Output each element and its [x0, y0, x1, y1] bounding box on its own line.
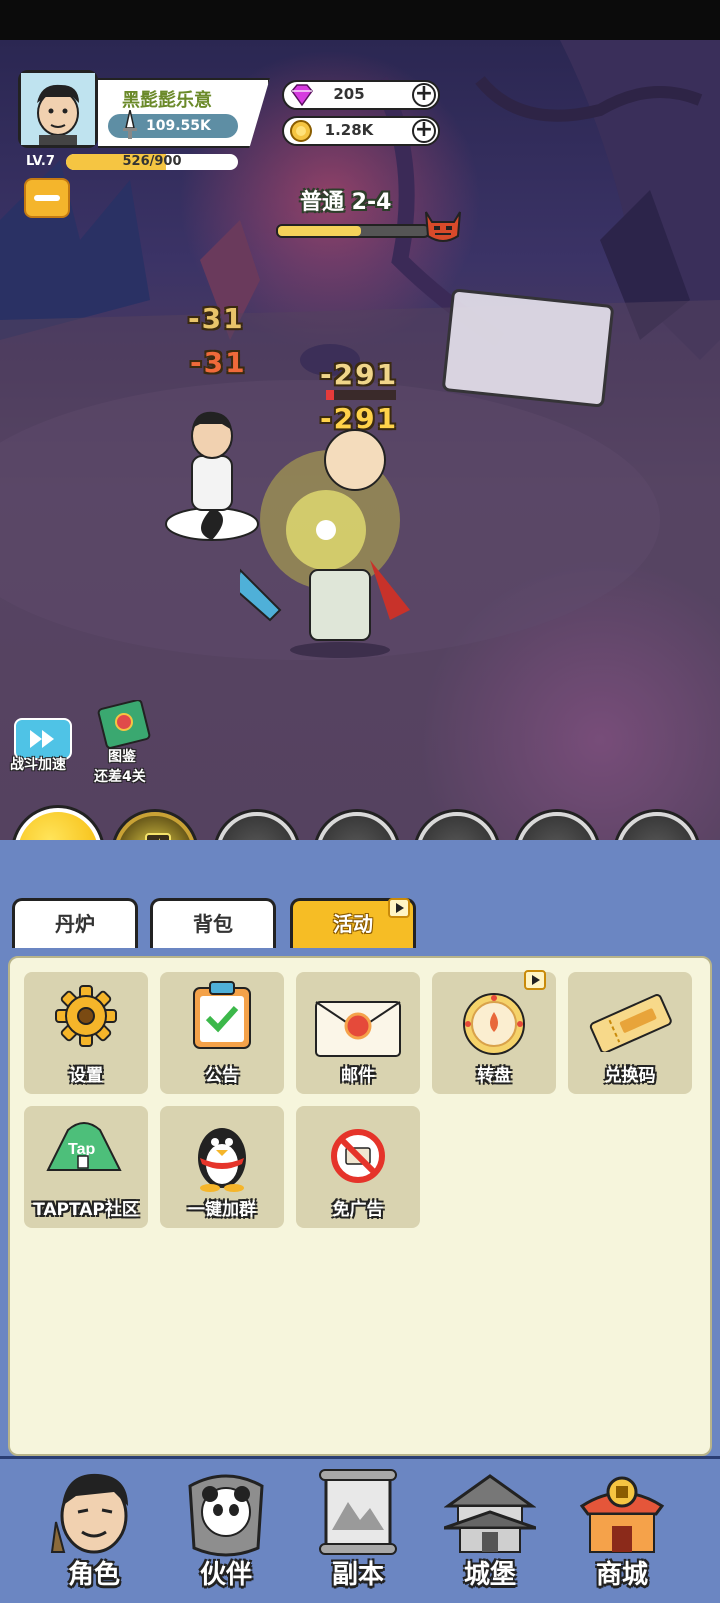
damage-number: -31 [190, 346, 247, 379]
nav-dungeon[interactable]: 副本 [298, 1466, 418, 1592]
taptap-community-button[interactable]: Tap TAPTAP社区 [24, 1106, 148, 1228]
fast-forward-icon [30, 730, 54, 748]
events-grid: 设置 公告 邮件 转盘 兑换码 Tap TAPTAP社区 一键加群 免广告 [8, 956, 712, 1456]
wheel-label: 转盘 [477, 1066, 511, 1086]
combat-power: 109.55K [108, 110, 238, 139]
redeem-code-button[interactable]: 兑换码 [568, 972, 692, 1094]
join-group-label: 一键加群 [188, 1200, 256, 1220]
sword-icon [123, 110, 137, 139]
gold-counter: 1.28K + [282, 116, 440, 146]
add-gold-button[interactable]: + [412, 119, 436, 143]
penguin-icon [198, 1128, 246, 1192]
redeem-code-label: 兑换码 [604, 1066, 656, 1086]
damage-number: -31 [188, 302, 245, 335]
gear-icon [55, 985, 117, 1047]
wheel-button[interactable]: 转盘 [432, 972, 556, 1094]
taptap-icon: Tap [46, 1122, 122, 1171]
nav-castle-label: 城堡 [463, 1560, 516, 1590]
mail-label: 邮件 [341, 1066, 375, 1086]
battle-scene: 黑髭髭乐意 109.55K LV.7 526/900 205 + 1.28K + [0, 40, 720, 840]
castle-icon [444, 1474, 536, 1553]
attacking-enemies [240, 429, 410, 658]
add-gems-button[interactable]: + [412, 83, 436, 107]
no-ads-icon [331, 1129, 385, 1183]
exp-text: 526/900 [122, 154, 182, 169]
no-ads-label: 免广告 [332, 1200, 384, 1220]
join-group-button[interactable]: 一键加群 [160, 1106, 284, 1228]
partner-icon [188, 1474, 264, 1557]
tab-furnace[interactable]: 丹炉 [12, 898, 138, 948]
play-icon [524, 970, 546, 990]
nav-shop[interactable]: 商城 [562, 1466, 682, 1592]
nav-dungeon-label: 副本 [331, 1560, 384, 1590]
character-icon [50, 1473, 128, 1554]
exp-bar: 526/900 [66, 154, 238, 170]
announcement-label: 公告 [205, 1066, 239, 1086]
clipboard-icon [193, 981, 251, 1049]
nav-castle[interactable]: 城堡 [430, 1466, 550, 1592]
boss-icon [425, 211, 461, 242]
scroll-icon [319, 1469, 397, 1555]
nav-partner-label: 伙伴 [199, 1560, 252, 1590]
mail-button[interactable]: 邮件 [296, 972, 420, 1094]
collapse-button[interactable] [24, 178, 70, 218]
wheel-icon [463, 993, 525, 1055]
player-level: LV.7 [26, 154, 55, 169]
nav-character-label: 角色 [67, 1560, 120, 1590]
gold-value: 1.28K [324, 121, 374, 139]
enemy-health-bar [326, 390, 396, 400]
player-name: 黑髭髭乐意 [122, 90, 212, 111]
player-avatar[interactable] [18, 70, 98, 148]
announcement-button[interactable]: 公告 [160, 972, 284, 1094]
settings-label: 设置 [69, 1066, 103, 1086]
nav-partner[interactable]: 伙伴 [166, 1466, 286, 1592]
mail-icon [315, 1001, 401, 1057]
nav-shop-label: 商城 [595, 1560, 648, 1590]
player-name-plate: 黑髭髭乐意 109.55K [98, 78, 270, 148]
codex-book-icon[interactable] [96, 700, 152, 750]
shop-icon [579, 1476, 665, 1553]
gem-value: 205 [333, 85, 365, 103]
stage-progress-fill [278, 226, 361, 236]
ticket-icon [589, 994, 672, 1052]
combat-power-value: 109.55K [146, 118, 211, 134]
damage-number: -291 [320, 358, 399, 391]
avatar-portrait-icon [21, 73, 95, 145]
stage-title: 普通 2-4 [300, 190, 392, 215]
taptap-community-label: TAPTAP社区 [33, 1200, 139, 1220]
play-icon [388, 898, 410, 918]
battle-speed-label: 战斗加速 [10, 757, 66, 773]
gem-counter: 205 + [282, 80, 440, 110]
no-ads-button[interactable]: 免广告 [296, 1106, 420, 1228]
tab-backpack[interactable]: 背包 [150, 898, 276, 948]
nav-character[interactable]: 角色 [34, 1466, 154, 1592]
settings-button[interactable]: 设置 [24, 972, 148, 1094]
stage-progress [276, 224, 430, 238]
codex-label: 图鉴 [108, 749, 136, 765]
codex-progress-label: 还差4关 [94, 769, 146, 785]
